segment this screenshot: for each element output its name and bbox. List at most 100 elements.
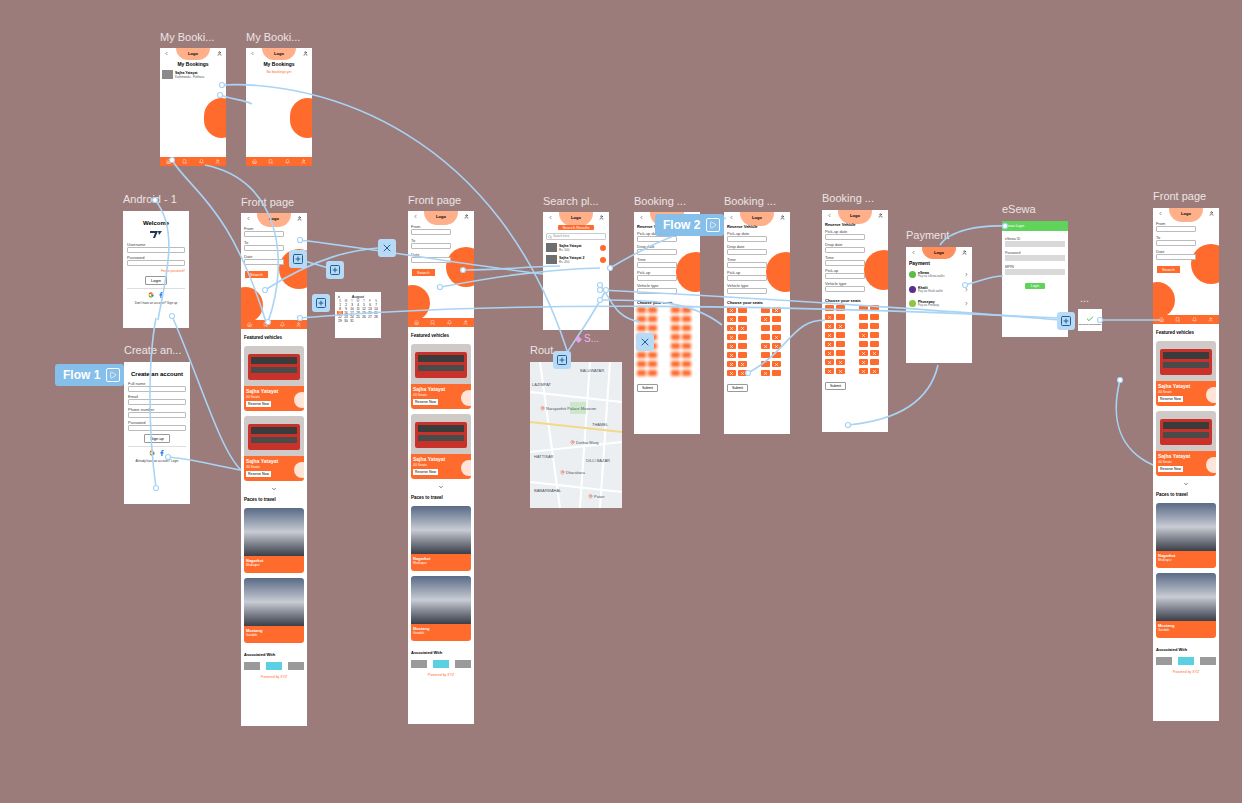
text-input[interactable] bbox=[1005, 255, 1065, 261]
result-row[interactable]: Sajha YatayatRs. 500 bbox=[546, 243, 606, 252]
place-card[interactable]: MustangGandaki bbox=[1156, 573, 1216, 638]
vehicle-card[interactable]: Sajha Yatayat40 SeatsReserve Now bbox=[244, 346, 304, 411]
reserve-button[interactable]: Reserve Now bbox=[413, 469, 438, 475]
close-marker[interactable] bbox=[378, 239, 396, 257]
calendar-day[interactable]: 4 bbox=[355, 303, 361, 307]
seat[interactable] bbox=[738, 334, 747, 340]
seat[interactable] bbox=[671, 334, 680, 340]
text-input[interactable] bbox=[1005, 269, 1065, 275]
place-card[interactable]: NagarkotBhaktapur bbox=[1156, 503, 1216, 568]
user-icon[interactable] bbox=[962, 250, 967, 255]
text-input[interactable] bbox=[825, 260, 865, 266]
frame-label[interactable]: Booking ... bbox=[634, 195, 686, 208]
seat[interactable] bbox=[859, 323, 868, 329]
bookmark-icon[interactable] bbox=[263, 322, 268, 327]
frame[interactable]: LogoFromToDateSearchFeatured vehiclesSaj… bbox=[1153, 208, 1219, 721]
seat[interactable] bbox=[870, 314, 879, 320]
frame-label[interactable]: Front page bbox=[408, 194, 461, 207]
seat[interactable] bbox=[637, 325, 646, 331]
back-icon[interactable] bbox=[548, 215, 553, 220]
text-input[interactable] bbox=[637, 262, 677, 268]
booking-item[interactable]: Sajha YatayatKathmandu - Pokhara bbox=[162, 70, 224, 79]
calendar-day[interactable]: 27 bbox=[367, 315, 373, 319]
home-icon[interactable] bbox=[1159, 317, 1164, 322]
back-icon[interactable] bbox=[911, 250, 916, 255]
back-icon[interactable] bbox=[246, 216, 251, 221]
calendar-day[interactable]: 28 bbox=[373, 315, 379, 319]
user-icon[interactable] bbox=[1209, 211, 1214, 216]
flow-label[interactable]: Flow 2 bbox=[655, 214, 724, 236]
frame[interactable]: Payment Successful bbox=[1078, 309, 1102, 331]
text-input[interactable] bbox=[1156, 240, 1196, 246]
home-icon[interactable] bbox=[166, 159, 171, 164]
seat[interactable] bbox=[671, 370, 680, 376]
back-icon[interactable] bbox=[164, 51, 169, 56]
text-input[interactable] bbox=[637, 275, 677, 281]
frame-label[interactable]: Booking ... bbox=[822, 192, 874, 205]
calendar-day[interactable]: 2 bbox=[343, 303, 349, 307]
text-input[interactable] bbox=[127, 260, 185, 266]
seat[interactable] bbox=[870, 359, 879, 365]
seat[interactable] bbox=[682, 343, 691, 349]
calendar-day[interactable]: 15 bbox=[337, 311, 343, 315]
frame[interactable]: LogoMy BookingsSajha YatayatKathmandu - … bbox=[160, 48, 226, 166]
frame[interactable]: LogoReserve VehiclePick-up dateDrop date… bbox=[822, 210, 888, 432]
seat[interactable] bbox=[772, 370, 781, 376]
seat[interactable] bbox=[671, 325, 680, 331]
bookmark-icon[interactable] bbox=[182, 159, 187, 164]
seat[interactable] bbox=[682, 334, 691, 340]
seat[interactable] bbox=[648, 325, 657, 331]
text-input[interactable] bbox=[727, 262, 767, 268]
seat[interactable] bbox=[682, 316, 691, 322]
profile-icon[interactable] bbox=[463, 320, 468, 325]
calendar-day[interactable]: 7 bbox=[373, 303, 379, 307]
calendar-day[interactable]: 25 bbox=[355, 315, 361, 319]
frame-label[interactable]: Front page bbox=[1153, 190, 1206, 203]
calendar-day[interactable]: 6 bbox=[367, 303, 373, 307]
user-icon[interactable] bbox=[780, 215, 785, 220]
seat[interactable] bbox=[671, 316, 680, 322]
user-icon[interactable] bbox=[464, 214, 469, 219]
seat[interactable] bbox=[671, 343, 680, 349]
place-card[interactable]: MustangGandaki bbox=[411, 576, 471, 641]
seat[interactable] bbox=[761, 334, 770, 340]
text-input[interactable] bbox=[637, 288, 677, 294]
vehicle-card[interactable]: Sajha Yatayat40 SeatsReserve Now bbox=[411, 344, 471, 409]
text-input[interactable] bbox=[128, 425, 186, 431]
calendar-day[interactable]: 19 bbox=[361, 311, 367, 315]
bell-icon[interactable] bbox=[280, 322, 285, 327]
frame[interactable]: Create an accountFull nameEmailPhone num… bbox=[124, 362, 190, 504]
frame[interactable]: LogoFromToDateSearchFeatured vehiclesSaj… bbox=[408, 211, 474, 724]
login-button[interactable]: Login bbox=[1025, 283, 1046, 289]
interaction-marker[interactable] bbox=[1057, 312, 1075, 330]
seat[interactable] bbox=[836, 341, 845, 347]
search-button[interactable]: Search bbox=[244, 270, 269, 279]
bookmark-icon[interactable] bbox=[430, 320, 435, 325]
seat[interactable] bbox=[682, 370, 691, 376]
seat[interactable] bbox=[836, 350, 845, 356]
frame-label[interactable]: Create an... bbox=[124, 344, 181, 357]
user-icon[interactable] bbox=[599, 215, 604, 220]
profile-icon[interactable] bbox=[296, 322, 301, 327]
frame-label[interactable]: ... bbox=[1080, 292, 1089, 305]
calendar-day[interactable]: 29 bbox=[337, 319, 343, 323]
text-input[interactable] bbox=[128, 399, 186, 405]
text-input[interactable] bbox=[825, 286, 865, 292]
calendar-day[interactable]: 21 bbox=[373, 311, 379, 315]
calendar-day[interactable]: 13 bbox=[367, 307, 373, 311]
seat[interactable] bbox=[772, 325, 781, 331]
text-input[interactable] bbox=[825, 247, 865, 253]
interaction-marker[interactable] bbox=[553, 351, 571, 369]
text-input[interactable] bbox=[244, 259, 284, 265]
frame-label[interactable]: Front page bbox=[241, 196, 294, 209]
profile-icon[interactable] bbox=[301, 159, 306, 164]
text-input[interactable] bbox=[727, 249, 767, 255]
text-input[interactable] bbox=[1005, 241, 1065, 247]
seat[interactable] bbox=[682, 307, 691, 313]
reserve-button[interactable]: Reserve Now bbox=[1158, 396, 1183, 402]
calendar-day[interactable]: 24 bbox=[349, 315, 355, 319]
back-icon[interactable] bbox=[827, 213, 832, 218]
text-input[interactable] bbox=[411, 229, 451, 235]
reserve-button[interactable]: Reserve Now bbox=[246, 401, 271, 407]
flow-label[interactable]: Flow 1 bbox=[55, 364, 124, 386]
